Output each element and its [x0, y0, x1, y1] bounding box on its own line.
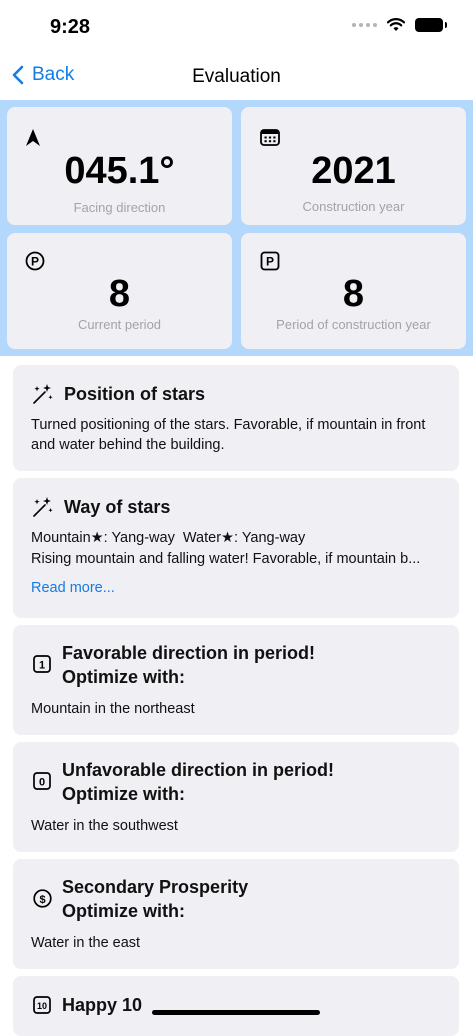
favorable-text: Mountain in the northeast	[31, 701, 195, 717]
construction-period-value: 8	[342, 273, 365, 315]
unfavorable-title-line2: Optimize with:	[62, 784, 185, 804]
unfavorable-icon-number: 0	[39, 776, 45, 788]
squared-number-ten-icon: 10	[33, 996, 51, 1014]
home-indicator[interactable]	[152, 1010, 320, 1015]
construction-period-card: P 8 Period of construction year	[241, 233, 466, 349]
current-period-value: 8	[108, 273, 131, 315]
page-title: Evaluation	[192, 66, 281, 87]
stats-panel: 045.1° Facing direction 2021 Constructio…	[0, 100, 473, 356]
read-more-link[interactable]: Read more...	[31, 580, 115, 596]
secondary-title-line2: Optimize with:	[62, 901, 185, 921]
secondary-text: Water in the east	[31, 935, 141, 951]
way-of-stars-card: Way of stars Mountain★: Yang-way Water★:…	[13, 478, 459, 618]
nav-bar: Back Evaluation	[0, 52, 473, 100]
favorable-icon-number: 1	[39, 659, 45, 671]
secondary-title-line1: Secondary Prosperity	[62, 877, 249, 897]
happy-10-title: Happy 10	[62, 995, 143, 1015]
squared-number-zero-icon: 0	[33, 772, 51, 790]
way-of-stars-line1: Mountain★: Yang-way Water★: Yang-way	[31, 530, 306, 546]
unfavorable-title-line1: Unfavorable direction in period!	[62, 760, 335, 780]
secondary-icon-symbol: $	[39, 894, 45, 906]
construction-year-value: 2021	[311, 150, 396, 192]
sparkles-wand-icon	[33, 384, 53, 404]
svg-text:P: P	[266, 255, 274, 269]
position-of-stars-card: Position of stars Turned positioning of …	[13, 365, 459, 471]
favorable-direction-card: 1 Favorable direction in period! Optimiz…	[13, 625, 459, 735]
signal-icon	[352, 23, 377, 27]
construction-year-label: Construction year	[302, 199, 405, 214]
status-bar: 9:28	[0, 0, 473, 50]
happy10-icon-number: 10	[37, 1001, 47, 1011]
position-of-stars-title: Position of stars	[64, 384, 206, 404]
unfavorable-direction-card: 0 Unfavorable direction in period! Optim…	[13, 742, 459, 852]
dollar-circle-icon: $	[33, 889, 52, 908]
squared-number-one-icon: 1	[33, 655, 51, 673]
current-period-label: Current period	[77, 317, 162, 332]
current-period-card: P 8 Current period	[7, 233, 232, 349]
status-time: 9:28	[50, 16, 91, 38]
wifi-icon	[387, 18, 405, 31]
squared-p-icon: P	[260, 251, 280, 271]
happy-10-card: 10 Happy 10	[13, 976, 459, 1036]
position-of-stars-text: Turned positioning of the stars. Favorab…	[31, 417, 426, 453]
way-of-stars-line2: Rising mountain and falling water! Favor…	[31, 551, 421, 567]
circled-p-icon: P	[25, 251, 45, 271]
status-icons	[352, 18, 447, 32]
svg-text:P: P	[31, 255, 39, 269]
favorable-title-line2: Optimize with:	[62, 667, 185, 687]
calendar-icon	[260, 129, 280, 146]
location-arrow-icon	[26, 129, 40, 146]
favorable-title-line1: Favorable direction in period!	[62, 643, 316, 663]
battery-icon	[415, 18, 447, 32]
facing-direction-card: 045.1° Facing direction	[7, 107, 232, 225]
sparkles-wand-icon	[33, 497, 53, 517]
facing-direction-value: 045.1°	[64, 150, 175, 192]
way-of-stars-title: Way of stars	[64, 497, 171, 517]
construction-period-label: Period of construction year	[276, 317, 431, 332]
unfavorable-text: Water in the southwest	[31, 818, 178, 834]
facing-direction-label: Facing direction	[73, 200, 166, 215]
construction-year-card: 2021 Construction year	[241, 107, 466, 225]
secondary-prosperity-card: $ Secondary Prosperity Optimize with: Wa…	[13, 859, 459, 969]
